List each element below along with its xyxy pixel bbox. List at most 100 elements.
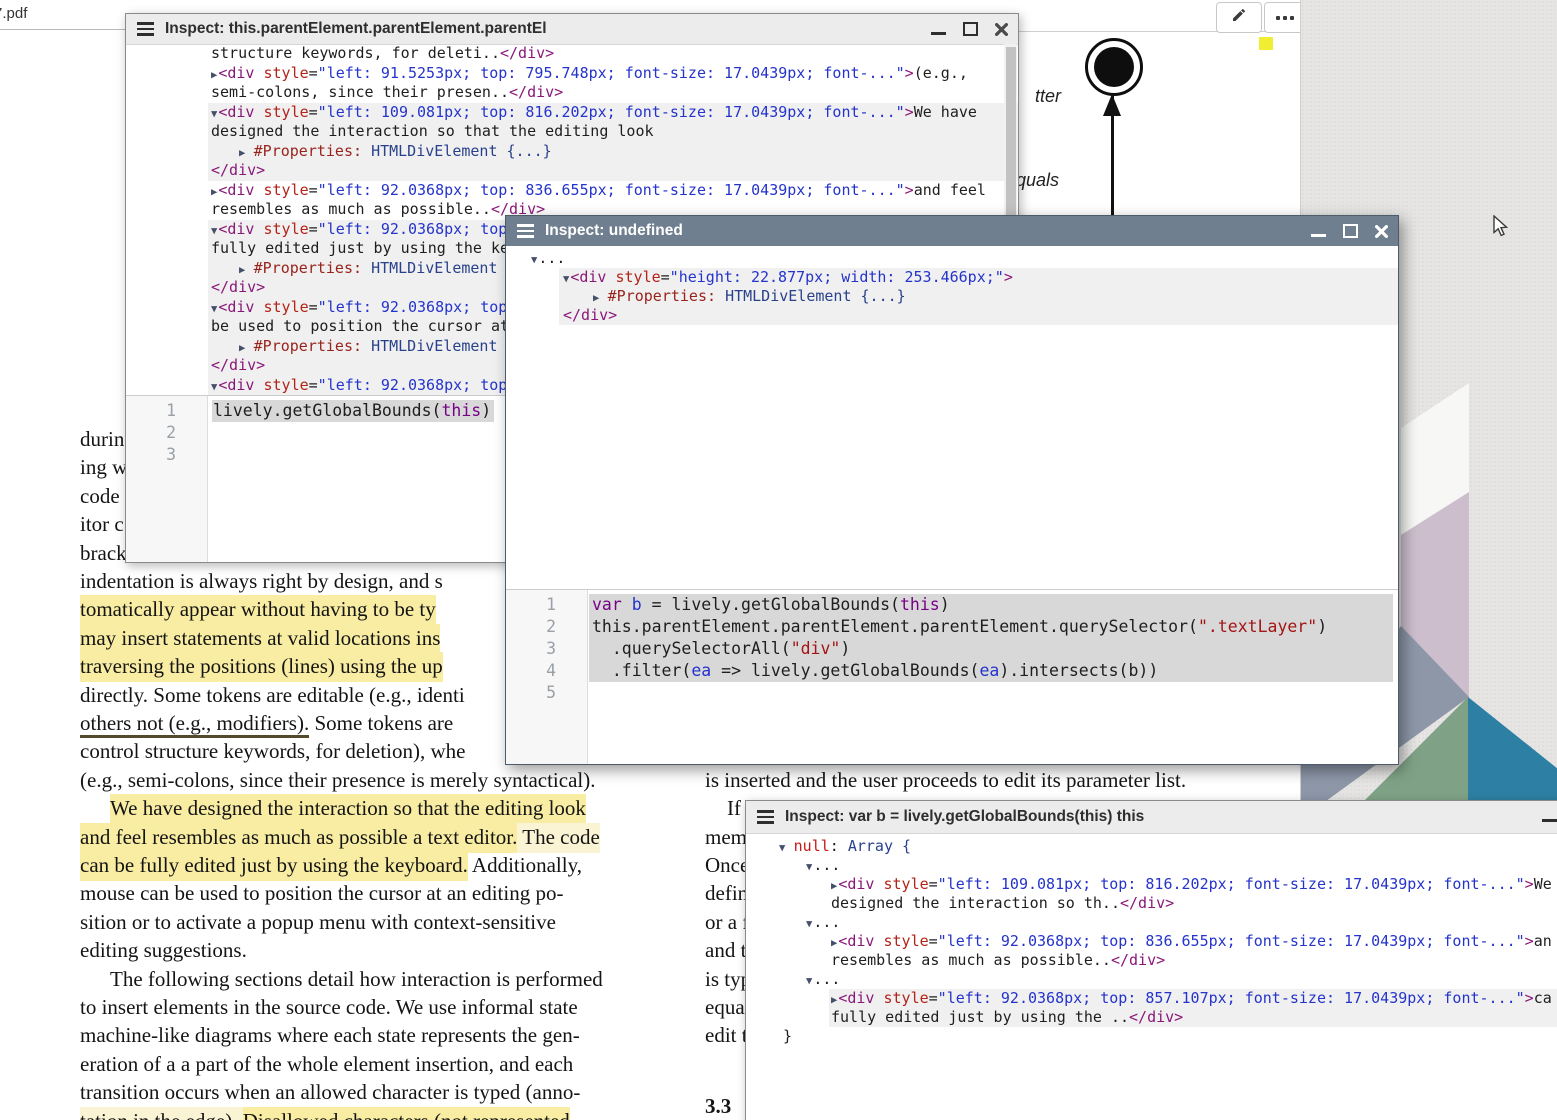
text-segment: be used to position the cursor at [211, 317, 509, 335]
code-line[interactable] [589, 682, 1393, 704]
text-segment: style [606, 268, 660, 286]
yellow-note-marker[interactable] [1259, 37, 1273, 50]
text-segment: <div [218, 103, 254, 121]
dom-tree-row[interactable]: </div> [126, 161, 1018, 181]
dom-tree-row[interactable]: ▼<div style="left: 109.081px; top: 816.2… [126, 103, 1018, 123]
dom-tree-row[interactable]: } [746, 1027, 1557, 1046]
inspector-window-3: Inspect: var b = lively.getGlobalBounds(… [745, 800, 1557, 1120]
text-segment: transition occurs when an allowed charac… [80, 1080, 580, 1104]
window-titlebar[interactable]: Inspect: this.parentElement.parentElemen… [126, 14, 1018, 45]
text-segment: > [1525, 932, 1534, 950]
maximize-icon[interactable] [963, 22, 978, 36]
text-segment: (e.g., semi-colons, since their presence… [80, 768, 595, 792]
dom-tree-row[interactable]: ▶<div style="left: 91.5253px; top: 795.7… [126, 64, 1018, 84]
text-segment [362, 337, 371, 355]
text-segment: traversing the positions (lines) using t… [80, 652, 443, 682]
dom-tree-row[interactable]: fully edited just by using the ..</div> [746, 1008, 1557, 1027]
dom-tree-row[interactable]: ▶<div style="left: 92.0368px; top: 836.6… [126, 181, 1018, 201]
close-icon[interactable] [995, 23, 1008, 36]
annotate-button[interactable] [1216, 2, 1262, 33]
window-titlebar[interactable]: Inspect: undefined [506, 216, 1398, 246]
mouse-cursor [1492, 215, 1512, 242]
pdf-text-line: traversing the positions (lines) using t… [80, 653, 443, 679]
dom-tree-row[interactable]: ▶<div style="left: 92.0368px; top: 836.6… [746, 932, 1557, 951]
text-segment: ▶ [239, 342, 254, 354]
text-segment: #Properties: [608, 287, 716, 305]
dom-tree-row[interactable]: designed the interaction so th..</div> [746, 894, 1557, 913]
text-segment: "left: 92.0368px; top [318, 298, 508, 316]
line-number: 1 [126, 400, 207, 422]
dom-tree-row[interactable]: </div> [506, 306, 1398, 325]
text-segment: and feel [914, 181, 986, 199]
text-segment: </div> [211, 356, 265, 374]
pdf-text-line: equa [705, 994, 745, 1020]
dom-tree-row[interactable]: semi-colons, since their presen..</div> [126, 83, 1018, 103]
dom-tree-row[interactable]: ▼... [746, 913, 1557, 932]
dom-tree-row[interactable]: ▼ null: Array { [746, 837, 1557, 856]
text-segment: "height: 22.877px; width: 253.466px;" [670, 268, 1004, 286]
pencil-icon [1231, 7, 1247, 28]
text-segment: <div [838, 932, 874, 950]
text-segment: The following sections detail how intera… [110, 967, 603, 991]
text-segment: #Properties: [254, 142, 362, 160]
dom-tree-row[interactable]: ▼<div style="height: 22.877px; width: 25… [506, 268, 1398, 287]
text-segment: style [254, 64, 308, 82]
pdf-tab-label[interactable]: 7.pdf [0, 5, 27, 22]
text-segment: null [794, 837, 830, 855]
text-segment [716, 287, 725, 305]
dom-tree-row[interactable]: resembles as much as possible..</div> [746, 951, 1557, 970]
text-segment: style [254, 103, 308, 121]
dom-tree-row[interactable]: ▶<div style="left: 109.081px; top: 816.2… [746, 875, 1557, 894]
text-segment: "left: 92.0368px; top [318, 376, 508, 394]
text-segment: => lively.getGlobalBounds( [711, 661, 979, 680]
dom-tree-row[interactable]: ▼... [506, 249, 1398, 268]
dom-tree-row[interactable]: ▼... [746, 970, 1557, 989]
code-line[interactable]: .querySelectorAll("div") [589, 638, 1393, 660]
text-segment: <div [218, 181, 254, 199]
text-segment: = [929, 875, 938, 893]
maximize-icon[interactable] [1343, 224, 1358, 238]
text-segment: resembles as much as possible.. [211, 200, 491, 218]
minimize-icon[interactable] [931, 32, 946, 35]
minimize-icon[interactable] [1311, 234, 1326, 237]
code-area[interactable]: var b = lively.getGlobalBounds(this)this… [589, 590, 1393, 764]
pdf-text-line: may insert statements at valid locations… [80, 625, 440, 651]
pdf-text-line: tomatically appear without having to be … [80, 596, 436, 622]
text-segment: We have designed the interaction so that… [110, 794, 586, 824]
dom-tree-row[interactable]: structure keywords, for deleti..</div> [126, 44, 1018, 64]
text-segment: <div [218, 298, 254, 316]
ellipsis-icon [1276, 16, 1280, 20]
dom-tree: ▼...▼<div style="height: 22.877px; width… [506, 249, 1398, 325]
text-segment: equa [705, 995, 745, 1019]
dom-tree-row[interactable]: ▼... [746, 856, 1557, 875]
pdf-text-line: is inserted and the user proceeds to edi… [705, 767, 1186, 793]
pdf-text-line: itor c [80, 511, 124, 537]
menu-icon[interactable] [137, 22, 154, 36]
text-segment: > [905, 103, 914, 121]
text-segment: may insert statements at valid locations… [80, 624, 440, 654]
text-segment: machine-like diagrams where each state r… [80, 1023, 580, 1047]
code-line[interactable]: var b = lively.getGlobalBounds(this) [589, 594, 1393, 616]
text-segment: ) [940, 595, 950, 614]
line-number: 3 [506, 638, 587, 660]
dom-tree-row[interactable]: designed the interaction so that the edi… [126, 122, 1018, 142]
pdf-text-line: tation in the edge). Disallowed characte… [80, 1108, 570, 1120]
scrollbar-thumb[interactable] [1006, 47, 1016, 215]
code-line[interactable]: this.parentElement.parentElement.parentE… [589, 616, 1393, 638]
minimize-icon[interactable] [1542, 819, 1557, 822]
text-segment: b [632, 595, 642, 614]
pdf-text-line: machine-like diagrams where each state r… [80, 1022, 580, 1048]
menu-icon[interactable] [757, 810, 774, 824]
pdf-text-line: control structure keywords, for deletion… [80, 738, 465, 764]
dom-tree-row[interactable]: ▶ #Properties: HTMLDivElement {...} [506, 287, 1398, 306]
code-editor[interactable]: 12345 var b = lively.getGlobalBounds(thi… [506, 589, 1398, 764]
code-line[interactable]: .filter(ea => lively.getGlobalBounds(ea)… [589, 660, 1393, 682]
text-segment: durin [80, 427, 124, 451]
text-segment: and t [705, 938, 746, 962]
close-icon[interactable] [1375, 225, 1388, 238]
dom-tree-row[interactable]: ▶<div style="left: 92.0368px; top: 857.1… [746, 989, 1557, 1008]
dom-tree-row[interactable]: ▶ #Properties: HTMLDivElement {...} [126, 142, 1018, 162]
text-segment: resembles as much as possible.. [831, 951, 1111, 969]
window-titlebar[interactable]: Inspect: var b = lively.getGlobalBounds(… [746, 801, 1557, 834]
menu-icon[interactable] [517, 224, 534, 238]
